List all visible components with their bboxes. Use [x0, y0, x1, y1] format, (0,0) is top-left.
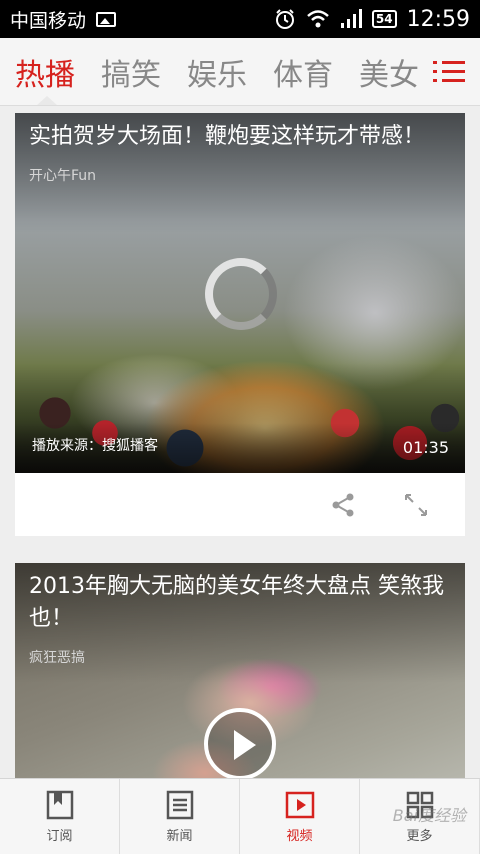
nav-label: 新闻 — [166, 829, 193, 844]
nav-label: 订阅 — [46, 829, 73, 844]
carrier-name: 中国移动 — [10, 9, 87, 32]
play-button-icon[interactable] — [204, 708, 276, 780]
nav-label: 视频 — [286, 829, 313, 844]
clock: 12:59 — [406, 6, 470, 32]
category-tabs: 热播 搞笑 娱乐 体育 美女 — [0, 38, 480, 106]
play-source-label: 播放来源：搜狐播客 — [32, 438, 158, 454]
fullscreen-icon[interactable] — [403, 492, 429, 518]
video-channel: 开心午Fun — [29, 168, 97, 184]
title-overlay: 实拍贺岁大场面！鞭炮要这样玩才带感！ 开心午Fun — [15, 113, 465, 233]
tab-funny[interactable]: 搞笑 — [101, 50, 161, 94]
bottom-navigation: 订阅 新闻 视频 更多 Bai度经验 — [0, 778, 480, 854]
battery-indicator: 54 — [371, 10, 397, 28]
signal-icon — [340, 9, 362, 28]
video-icon — [285, 791, 314, 819]
video-title: 实拍贺岁大场面！鞭炮要这样玩才带感！ — [29, 124, 426, 149]
category-menu-button[interactable] — [418, 38, 480, 105]
status-bar: 中国移动 54 12:59 — [0, 0, 480, 38]
title-overlay: 2013年胸大无脑的美女年终大盘点 笑煞我也！ 疯狂恶搞 — [15, 563, 465, 683]
watermark: Bai度经验 — [392, 806, 466, 825]
video-duration: 01:35 — [402, 438, 449, 457]
wifi-icon — [307, 10, 329, 28]
share-icon[interactable] — [330, 492, 356, 518]
nav-label: 更多 — [406, 829, 433, 844]
loading-spinner-icon — [205, 258, 277, 330]
video-channel: 疯狂恶搞 — [29, 650, 85, 666]
alarm-icon — [275, 9, 294, 29]
video-card[interactable]: 实拍贺岁大场面！鞭炮要这样玩才带感！ 开心午Fun 播放来源：搜狐播客 01:3… — [15, 113, 465, 536]
active-tab-indicator — [36, 96, 58, 105]
tab-hot[interactable]: 热播 — [15, 50, 75, 94]
nav-subscribe[interactable]: 订阅 — [0, 779, 120, 854]
nav-video[interactable]: 视频 — [240, 779, 360, 854]
tab-sports[interactable]: 体育 — [273, 50, 333, 94]
news-icon — [166, 790, 193, 820]
video-title: 2013年胸大无脑的美女年终大盘点 笑煞我也！ — [29, 574, 444, 631]
tab-entertainment[interactable]: 娱乐 — [187, 50, 247, 94]
nav-news[interactable]: 新闻 — [120, 779, 240, 854]
card-actions — [15, 473, 465, 536]
tab-beauty[interactable]: 美女 — [359, 50, 419, 94]
bookmark-icon — [46, 790, 73, 820]
video-thumbnail[interactable]: 实拍贺岁大场面！鞭炮要这样玩才带感！ 开心午Fun 播放来源：搜狐播客 01:3… — [15, 113, 465, 473]
menu-icon — [433, 61, 465, 83]
image-notification-icon — [96, 11, 117, 27]
